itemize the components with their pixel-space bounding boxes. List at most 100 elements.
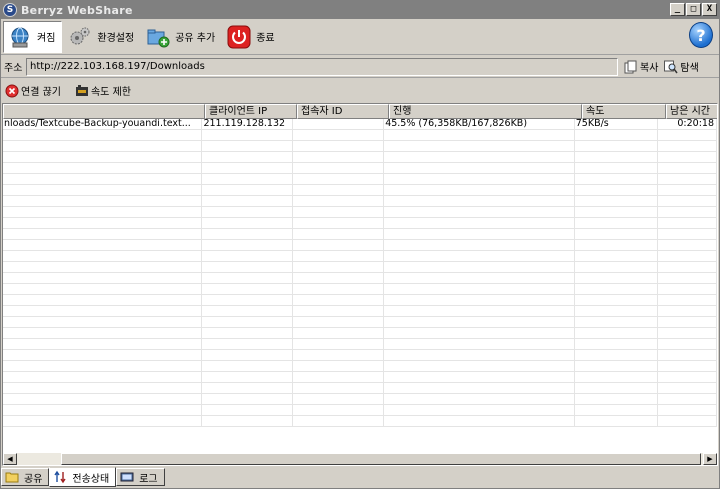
empty-row (3, 130, 717, 141)
help-button[interactable]: ? (689, 22, 713, 48)
tab-transfer-status-label: 전송상태 (72, 473, 110, 485)
empty-cell (202, 207, 294, 218)
scroll-thumb[interactable] (61, 453, 701, 465)
copy-button[interactable]: 복사 (624, 59, 658, 74)
toolbar: 켜짐 환경설정 공유 추가 종료 ? (1, 19, 719, 55)
column-header-client-ip[interactable]: 클라이언트 IP (205, 104, 297, 119)
tab-log[interactable]: 로그 (116, 468, 165, 486)
tab-log-label: 로그 (139, 473, 158, 485)
empty-cell (384, 185, 575, 196)
empty-cell (202, 372, 294, 383)
maximize-button[interactable]: □ (686, 3, 701, 16)
empty-cell (658, 196, 717, 207)
transfer-list[interactable]: 클라이언트 IP 접속자 ID 진행 속도 남은 시간 nloads/Textc… (2, 103, 718, 466)
add-share-button[interactable]: 공유 추가 (142, 21, 221, 53)
title-bar: S Berryz WebShare _ □ X (1, 1, 719, 19)
empty-cell (202, 405, 294, 416)
speed-limit-icon (75, 84, 89, 98)
empty-cell (3, 240, 203, 251)
empty-cell (575, 185, 658, 196)
empty-row (3, 405, 717, 416)
empty-cell (202, 284, 294, 295)
copy-label: 복사 (640, 63, 659, 74)
empty-cell (384, 218, 575, 229)
empty-row (3, 185, 717, 196)
empty-cell (575, 284, 658, 295)
empty-row (3, 350, 717, 361)
scroll-right-icon[interactable]: ▶ (703, 453, 717, 465)
empty-cell (575, 163, 658, 174)
empty-row (3, 328, 717, 339)
empty-cell (3, 185, 203, 196)
empty-cell (293, 229, 385, 240)
empty-row (3, 207, 717, 218)
empty-cell (293, 251, 385, 262)
empty-cell (658, 240, 717, 251)
address-input[interactable] (26, 57, 618, 76)
empty-cell (575, 350, 658, 361)
empty-cell (658, 295, 717, 306)
close-button[interactable]: X (702, 3, 717, 16)
empty-cell (202, 240, 294, 251)
empty-cell (575, 130, 658, 141)
empty-cell (293, 383, 385, 394)
tab-share-label: 공유 (24, 473, 43, 485)
empty-cell (3, 141, 203, 152)
cell-remaining: 0:20:18 (658, 119, 717, 130)
empty-cell (202, 273, 294, 284)
empty-cell (575, 240, 658, 251)
empty-cell (3, 306, 203, 317)
empty-cell (384, 317, 575, 328)
empty-cell (293, 163, 385, 174)
empty-row (3, 383, 717, 394)
exit-label: 종료 (256, 33, 275, 44)
tab-transfer-status[interactable]: 전송상태 (49, 467, 117, 487)
toggle-server-button[interactable]: 켜짐 (3, 20, 63, 53)
horizontal-scrollbar[interactable]: ◀ ▶ (3, 453, 717, 465)
address-label: 주소 (4, 63, 23, 74)
empty-cell (3, 163, 203, 174)
speed-limit-button[interactable]: 속도 제한 (75, 83, 131, 98)
empty-row (3, 284, 717, 295)
column-header-user-id[interactable]: 접속자 ID (297, 104, 389, 119)
empty-cell (293, 273, 385, 284)
cell-progress: 45.5% (76,358KB/167,826KB) (384, 119, 575, 130)
cell-speed: 75KB/s (575, 119, 658, 130)
app-window: S Berryz WebShare _ □ X 켜짐 환경설정 공유 추가 종료… (0, 0, 720, 489)
empty-cell (293, 284, 385, 295)
column-header-file[interactable] (3, 104, 205, 119)
column-header-progress[interactable]: 진행 (389, 104, 582, 119)
empty-cell (575, 306, 658, 317)
empty-row (3, 152, 717, 163)
empty-cell (384, 152, 575, 163)
empty-cell (658, 383, 717, 394)
minimize-button[interactable]: _ (670, 3, 685, 16)
empty-cell (658, 361, 717, 372)
empty-cell (3, 229, 203, 240)
empty-cell (658, 405, 717, 416)
empty-cell (3, 273, 203, 284)
explore-button[interactable]: 탐색 (664, 59, 699, 74)
column-header-speed[interactable]: 속도 (582, 104, 666, 119)
table-row[interactable]: nloads/Textcube-Backup-youandi.text... 2… (3, 119, 717, 130)
exit-button[interactable]: 종료 (223, 21, 280, 53)
cell-client-ip: 211.119.128.132 (202, 119, 294, 130)
empty-cell (293, 141, 385, 152)
empty-cell (384, 262, 575, 273)
disconnect-button[interactable]: 연결 끊기 (5, 83, 61, 98)
empty-cell (202, 361, 294, 372)
empty-cell (384, 339, 575, 350)
empty-cell (293, 240, 385, 251)
empty-cell (384, 372, 575, 383)
scroll-left-icon[interactable]: ◀ (3, 453, 17, 465)
tab-share[interactable]: 공유 (1, 468, 50, 486)
empty-cell (658, 372, 717, 383)
log-icon (120, 470, 134, 484)
address-bar: 주소 복사 탐색 (1, 56, 719, 78)
column-header-remaining[interactable]: 남은 시간 (666, 104, 717, 119)
empty-cell (575, 394, 658, 405)
empty-cell (575, 317, 658, 328)
empty-cell (658, 229, 717, 240)
settings-button[interactable]: 환경설정 (64, 21, 140, 53)
empty-cell (658, 185, 717, 196)
